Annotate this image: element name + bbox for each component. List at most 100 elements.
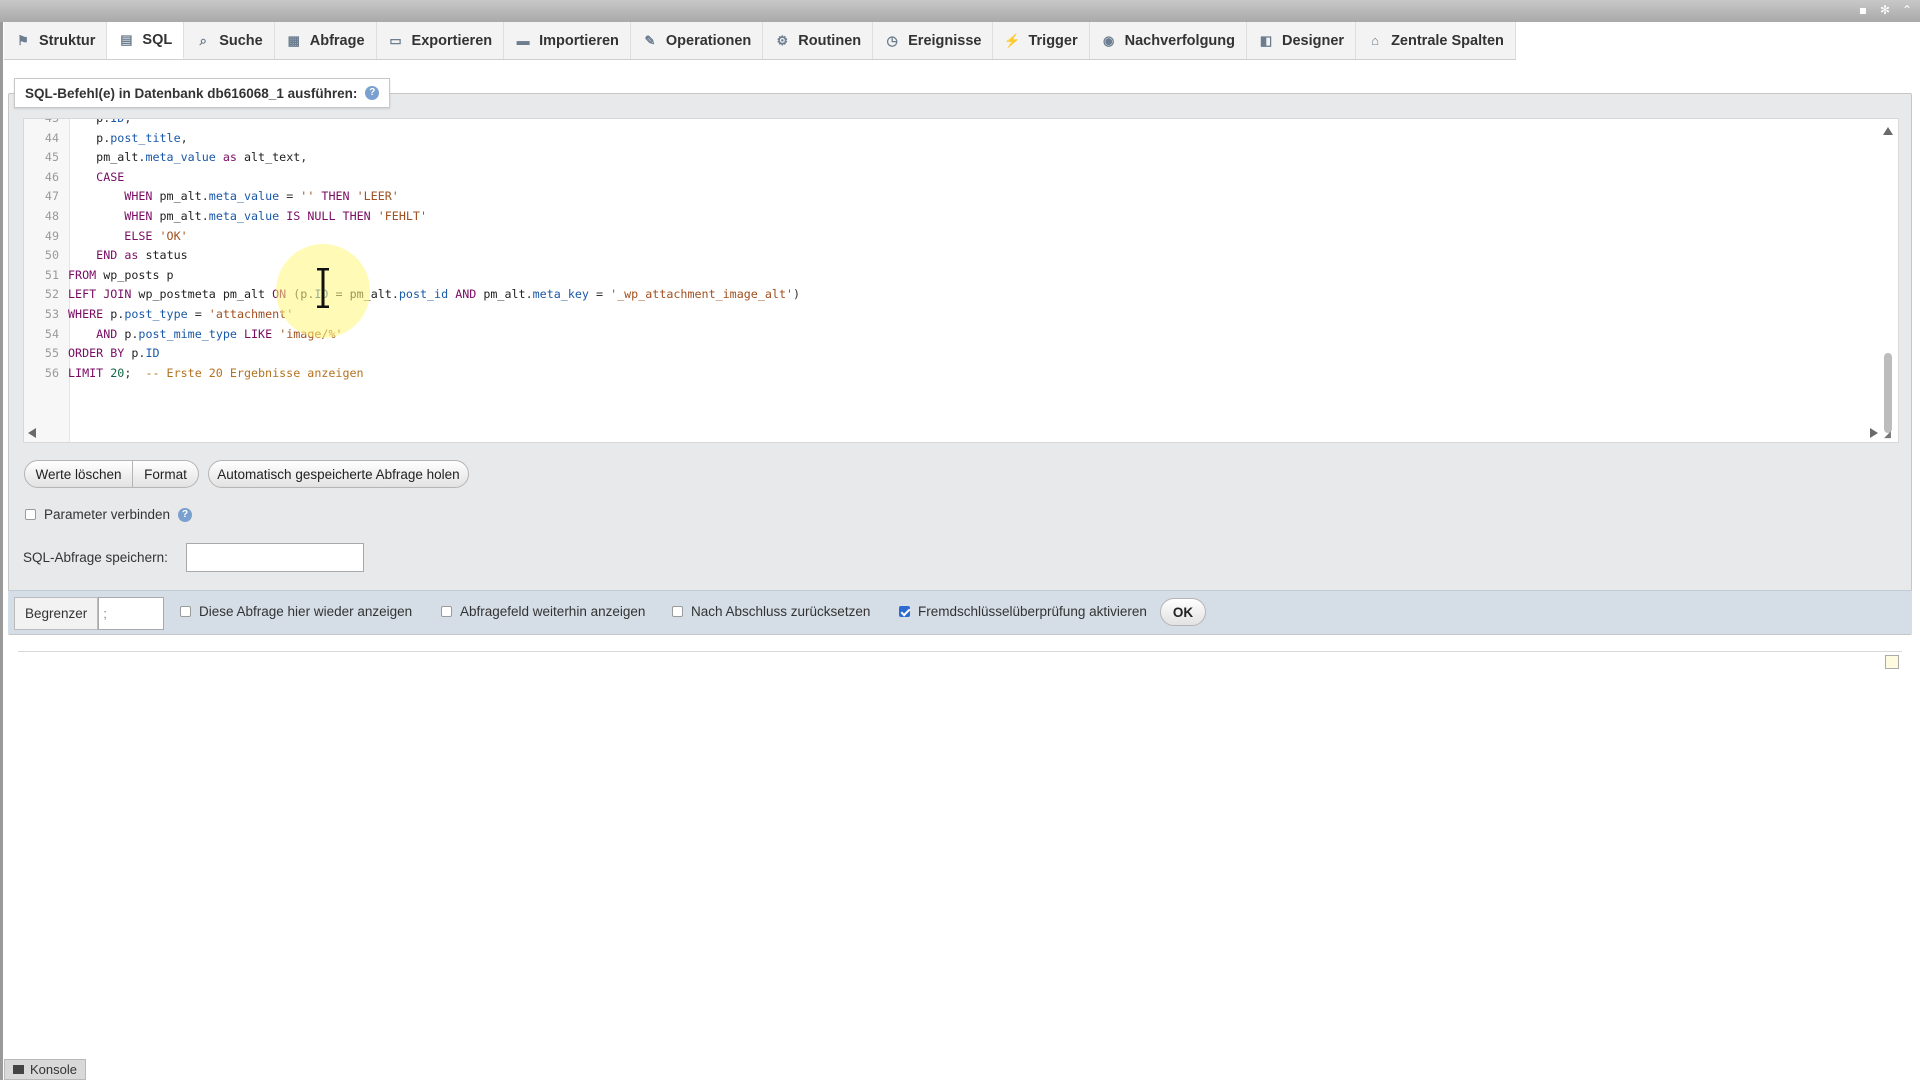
tab-label: Abfrage: [309, 32, 365, 49]
code-line[interactable]: 43 p.ID,: [24, 118, 800, 129]
legend-title: SQL-Befehl(e) in Datenbank db616068_1 au…: [25, 85, 358, 101]
line-number: 52: [44, 287, 59, 302]
delimiter-label: Begrenzer: [14, 597, 99, 630]
lock-icon[interactable]: ▪: [1856, 3, 1870, 17]
line-number: 54: [44, 326, 59, 341]
tab-struktur[interactable]: ⚑ Struktur: [4, 22, 108, 59]
gear-icon[interactable]: ✻: [1878, 3, 1892, 17]
line-number: 50: [44, 248, 59, 263]
code-line[interactable]: 47 WHEN pm_alt.meta_value = '' THEN 'LEE…: [24, 187, 800, 207]
query-footer: Begrenzer Diese Abfrage hier wieder anze…: [8, 590, 1912, 634]
line-number: 43: [44, 118, 59, 125]
format-button[interactable]: Format: [133, 460, 199, 488]
footer-option-checkbox[interactable]: [180, 606, 191, 617]
tab-routinen[interactable]: ⚙ Routinen: [763, 22, 874, 59]
autosaved-query-button[interactable]: Automatisch gespeicherte Abfrage holen: [208, 460, 469, 488]
footer-option: Nach Abschluss zurücksetzen: [672, 604, 870, 619]
console-tab[interactable]: Konsole: [4, 1059, 86, 1080]
footer-option: Diese Abfrage hier wieder anzeigen: [180, 604, 412, 619]
sql-legend: SQL-Befehl(e) in Datenbank db616068_1 au…: [14, 78, 391, 108]
resize-handle-icon[interactable]: ◢: [1884, 430, 1894, 440]
minimize-icon[interactable]: [1885, 655, 1899, 669]
code-line[interactable]: 45 pm_alt.meta_value as alt_text,: [24, 148, 800, 168]
line-code: ORDER BY p.ID: [68, 346, 160, 361]
tab-label: SQL: [142, 32, 173, 48]
tab-label: Designer: [1282, 32, 1345, 49]
save-query-row: SQL-Abfrage speichern:: [23, 543, 364, 572]
tab-label: Operationen: [665, 32, 752, 49]
tab-importieren[interactable]: ▬ Importieren: [504, 22, 631, 59]
tab-suche[interactable]: ⌕ Suche: [184, 22, 275, 59]
scroll-right-icon[interactable]: [1870, 428, 1878, 438]
tab-exportieren[interactable]: ▭ Exportieren: [376, 22, 505, 59]
code-line[interactable]: 46 CASE: [24, 168, 800, 188]
tab-sql[interactable]: ▤ SQL: [107, 22, 185, 59]
tab-label: Ereignisse: [908, 32, 982, 49]
vertical-scrollbar[interactable]: [1880, 123, 1894, 439]
save-query-label: SQL-Abfrage speichern:: [23, 550, 168, 565]
code-lines[interactable]: 43 p.ID, 44 p.post_title, 45 pm_alt.meta_v…: [24, 118, 800, 384]
scroll-thumb[interactable]: [1884, 353, 1892, 433]
code-line[interactable]: 49 ELSE 'OK': [24, 227, 800, 247]
tab-ereignisse[interactable]: ◷ Ereignisse: [873, 22, 994, 59]
clock-icon: ◷: [886, 32, 898, 48]
tab-abfrage[interactable]: ▦ Abfrage: [274, 22, 377, 59]
footer-option-label: Fremdschlüsselüberprüfung aktivieren: [918, 604, 1147, 619]
code-line[interactable]: 51 FROM wp_posts p: [24, 266, 800, 286]
line-number: 47: [44, 189, 59, 204]
help-icon[interactable]: ?: [365, 86, 380, 100]
line-number: 48: [44, 208, 59, 223]
trigger-icon: ⚡: [1004, 32, 1021, 48]
line-code: LEFT JOIN wp_postmeta pm_alt ON (p.ID = …: [68, 287, 801, 302]
tab-operationen[interactable]: ✎ Operationen: [630, 22, 764, 59]
eye-icon: ◉: [1102, 32, 1115, 48]
code-line[interactable]: 48 WHEN pm_alt.meta_value IS NULL THEN '…: [24, 207, 800, 227]
line-code: FROM wp_posts p: [68, 267, 174, 282]
designer-icon: ◧: [1259, 32, 1273, 48]
line-code: END as status: [96, 248, 188, 263]
clear-values-button[interactable]: Werte löschen: [24, 460, 133, 488]
footer-option-checkbox[interactable]: [672, 606, 683, 617]
query-icon: ▦: [287, 32, 300, 48]
code-line[interactable]: 55 ORDER BY p.ID: [24, 344, 800, 364]
ok-button[interactable]: OK: [1160, 598, 1206, 626]
left-edge: [0, 22, 3, 1080]
line-code: pm_alt.meta_value as alt_text,: [96, 150, 308, 165]
footer-option-checkbox[interactable]: [899, 606, 910, 617]
line-code: WHERE p.post_type = 'attachment': [68, 306, 294, 321]
line-number: 49: [44, 228, 59, 243]
code-line[interactable]: 44 p.post_title,: [24, 129, 800, 149]
delimiter-input[interactable]: [98, 597, 165, 630]
footer-option-checkbox[interactable]: [441, 606, 452, 617]
scroll-up-icon[interactable]: [1883, 127, 1893, 135]
tab-label: Zentrale Spalten: [1391, 32, 1504, 49]
console-icon: [13, 1065, 24, 1074]
code-line[interactable]: 54 AND p.post_mime_type LIKE 'image/%': [24, 325, 800, 345]
footer-option: Fremdschlüsselüberprüfung aktivieren: [899, 604, 1147, 619]
footer-option: Abfragefeld weiterhin anzeigen: [441, 604, 645, 619]
footer-option-label: Nach Abschluss zurücksetzen: [691, 604, 871, 619]
code-line[interactable]: 53 WHERE p.post_type = 'attachment': [24, 305, 800, 325]
help-icon[interactable]: ?: [178, 507, 193, 522]
tab-label: Exportieren: [411, 32, 493, 49]
tab-trigger[interactable]: ⚡ Trigger: [993, 22, 1090, 59]
line-code: ELSE 'OK': [124, 228, 188, 243]
line-code: CASE: [96, 169, 125, 184]
tab-label: Struktur: [39, 32, 96, 49]
code-line[interactable]: 56 LIMIT 20; -- Erste 20 Ergebnisse anzei…: [24, 364, 800, 384]
export-icon: ▭: [389, 32, 402, 48]
code-line[interactable]: 52 LEFT JOIN wp_postmeta pm_alt ON (p.ID …: [24, 285, 800, 305]
bind-params-checkbox[interactable]: [25, 509, 36, 520]
line-code: WHEN pm_alt.meta_value IS NULL THEN 'FEH…: [124, 208, 427, 223]
collapse-icon[interactable]: ⌃: [1900, 3, 1914, 17]
tab-designer[interactable]: ◧ Designer: [1247, 22, 1357, 59]
window-topbar: ▪ ✻ ⌃: [0, 0, 1920, 22]
tab-label: Routinen: [798, 32, 862, 49]
tab-zentrale-spalten[interactable]: ⌂ Zentrale Spalten: [1356, 22, 1516, 59]
save-query-input[interactable]: [185, 543, 364, 572]
tab-nachverfolgung[interactable]: ◉ Nachverfolgung: [1089, 22, 1247, 59]
scroll-left-icon[interactable]: [28, 428, 36, 438]
code-line[interactable]: 50 END as status: [24, 246, 800, 266]
database-tabs: ⚑ Struktur ▤ SQL ⌕ Suche ▦ Abfrage ▭ Exportieren ▬…: [4, 22, 1516, 60]
line-code: p.post_title,: [96, 130, 188, 145]
